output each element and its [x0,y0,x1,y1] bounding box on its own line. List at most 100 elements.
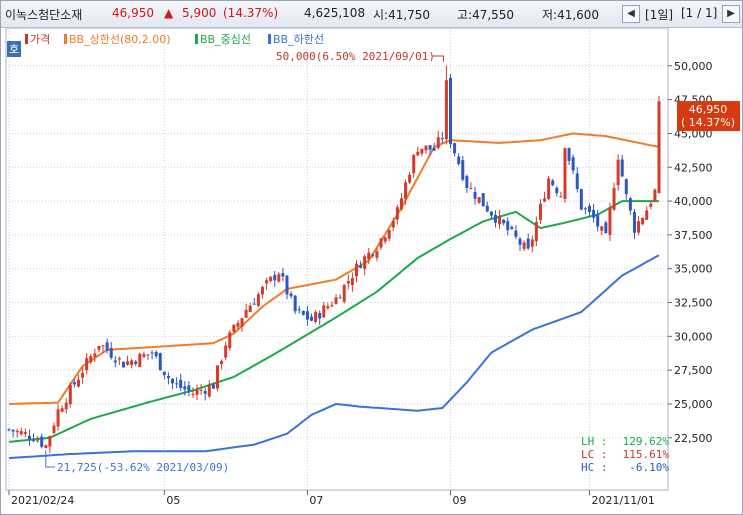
x-tick-label: 2021/11/01 [592,494,655,507]
candle-body [195,389,199,395]
candle-body [105,342,109,351]
chevron-right-icon[interactable]: ▶ [722,5,740,23]
candle-body [604,222,608,234]
candle-body [465,176,469,188]
candle-body [32,439,36,442]
candle-body [301,310,305,315]
candle-body [498,215,502,225]
stat-lh-value: 129.62% [623,435,670,448]
stat-hc-label: HC : [581,461,608,474]
chevron-left-icon[interactable]: ◀ [622,5,640,23]
candle-body [363,256,367,269]
candle-body [416,151,420,156]
candle-body [375,251,379,258]
candle-body [68,384,72,405]
candle-body [318,312,322,319]
y-tick-label: 50,000 [674,60,713,73]
candle-body [493,215,497,223]
candle-body [56,409,60,427]
stat-hc-value: -6.10% [629,461,669,474]
y-tick-label: 40,000 [674,195,713,208]
candle-body [575,173,579,189]
y-tick-label: 32,500 [674,297,713,310]
y-tick-label: 35,000 [674,263,713,276]
high-annotation: 50,000(6.50% 2021/09/01) [276,50,435,63]
candle-body [277,274,281,282]
candle-body [285,275,289,295]
header-bar: 이녹스첨단소재 46,950 ▲ 5,900 (14.37%) 4,625,10… [1,1,742,28]
candle-body [514,230,518,237]
chart-window: 이녹스첨단소재 46,950 ▲ 5,900 (14.37%) 4,625,10… [0,0,743,515]
candle-body [346,281,350,284]
candle-body [632,212,636,233]
candle-body [256,294,260,306]
candle-body [563,148,567,200]
candle-body [138,353,142,368]
price-change-pct: (14.37%) [223,6,279,20]
candle-body [612,187,616,210]
side-toggle-label: 호 [9,43,19,56]
candle-body [620,159,624,177]
candle-body [305,311,309,320]
candle-body [158,353,162,371]
change-up-arrow-icon: ▲ [164,6,174,20]
volume-value: 4,625,108 [304,6,366,20]
candle-body [113,360,117,363]
period-label: [1일] [645,8,674,22]
candle-body [428,145,432,150]
candle-body [244,309,248,318]
legend-lower-band: BB_하한선 [273,32,324,46]
candle-body [477,197,481,203]
x-axis: 2021/02/24 05 07 09 2021/11/01 [8,490,655,507]
candle-body [175,383,179,385]
candle-body [391,220,395,228]
candle-body [236,323,240,327]
candle-body [134,361,138,365]
candle-body [404,182,408,199]
candle-body [571,157,575,171]
candle-body [354,263,358,277]
candle-body [240,318,244,327]
candle-body [162,371,166,376]
candle-body [85,358,89,371]
candle-body [432,148,436,151]
candle-body [330,305,334,307]
candle-body [191,393,195,395]
current-pct-label: ( 14.37%) [681,116,735,129]
price-chart[interactable]: 50,00047,50045,00042,50040,00037,50035,0… [1,28,742,514]
candle-body [297,309,301,311]
price-change: 5,900 [182,6,217,20]
candle-body [150,352,154,354]
candle-body [637,221,641,233]
candle-body [326,306,330,309]
candle-body [101,345,105,347]
candle-body [93,353,97,357]
candle-body [60,408,64,412]
page-indicator: [1 / 1] [681,6,718,20]
candle-body [314,311,318,322]
candle-body [653,189,657,201]
legend-price: 가격 [30,33,50,46]
candle-body [502,219,506,224]
candle-body [289,293,293,297]
x-tick-label: 09 [453,494,467,507]
candle-body [273,274,277,281]
candle-body [81,372,85,378]
candle-body [518,238,522,245]
legend-swatch-price [25,34,28,44]
candle-body [232,324,236,332]
candle-body [89,355,93,363]
legend-swatch-middle [195,34,198,44]
candle-body [522,242,526,249]
candle-body [547,178,551,199]
candle-body [624,179,628,195]
candle-body [252,303,256,305]
candle-body [551,180,555,186]
candle-body [171,378,175,384]
plot-area [5,28,669,491]
candle-body [121,361,125,368]
candle-body [559,196,563,198]
candle-body [485,205,489,212]
stock-name: 이녹스첨단소재 [5,8,83,22]
candle-body [371,254,375,256]
